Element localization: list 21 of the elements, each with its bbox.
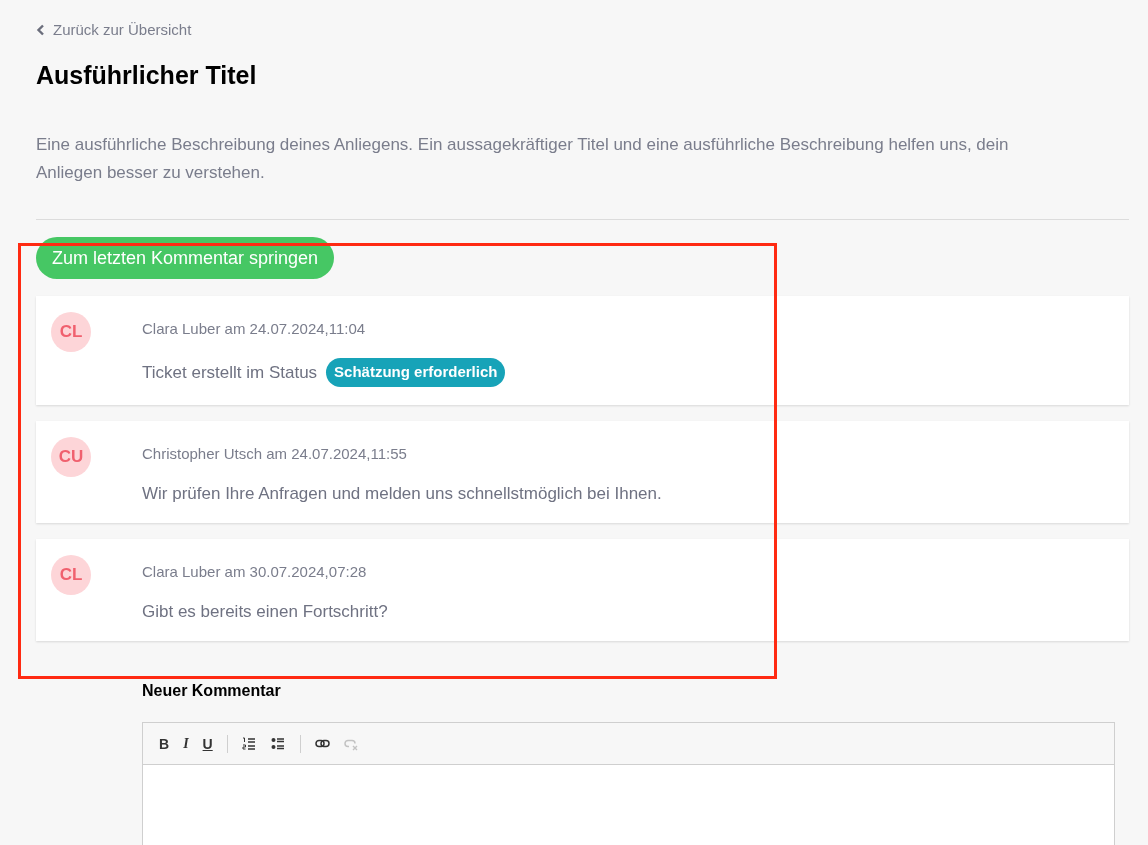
description-text: Eine ausführliche Beschreibung deines Anliegens. Ein aussagekräftiger Titel und eine ausführliche Beschreibung helfen uns, dein Anliegen besser zu verstehen. [36,134,1010,184]
back-link[interactable]: Zurück zur Übersicht [36,20,1129,40]
ordered-list-button[interactable] [241,736,257,751]
section-label: Neuer Kommentar [142,681,282,701]
comment-meta: Clara Luber am 30.07.2024,07:28 [142,563,368,581]
italic-button[interactable]: I [183,736,189,751]
avatar: CL [51,312,91,352]
comment-text: Wir prüfen Ihre Anfragen und melden uns schnellstmöglich bei Ihnen. [142,483,662,505]
bullet-list-button[interactable] [270,736,286,751]
comment-text: Ticket erstellt im Status [142,361,318,384]
comment-text: Gibt es bereits einen Fortschritt? [142,601,388,623]
avatar: CL [51,555,91,595]
comment-editor[interactable]: B I U [142,722,1115,845]
underline-button[interactable]: U [202,736,213,751]
bold-button[interactable]: B [159,736,170,751]
chevron-left-icon [36,24,45,36]
status-badge: Schätzung erforderlich [326,358,506,387]
page-title: Ausführlicher Titel [36,60,258,91]
avatar: CU [51,437,91,477]
comment-meta: Clara Luber am 24.07.2024,11:04 [142,320,367,338]
comment-meta: Christopher Utsch am 24.07.2024,11:55 [142,445,408,463]
